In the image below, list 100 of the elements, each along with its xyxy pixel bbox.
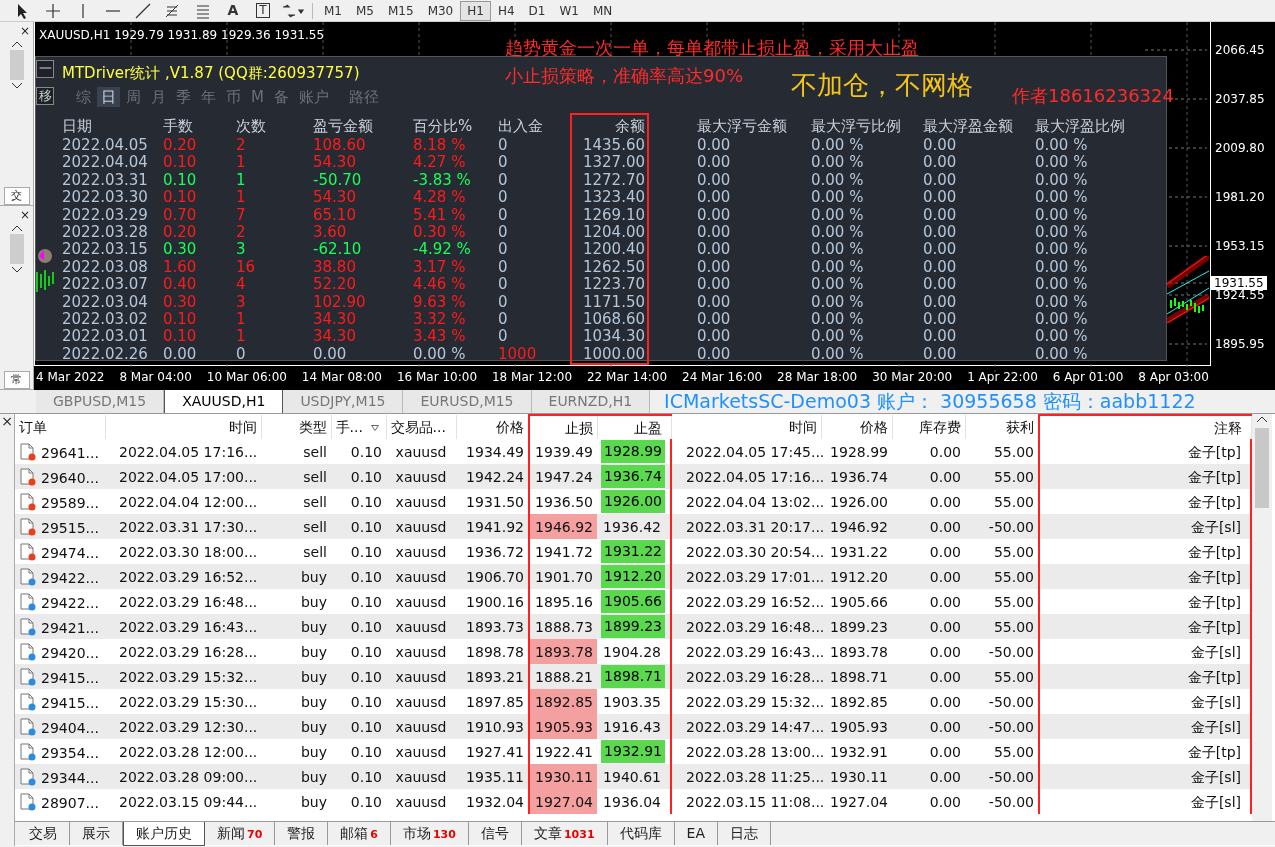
panel-tab[interactable]: 新闻 70 (205, 822, 276, 845)
panel-tab[interactable]: 信号 (468, 822, 522, 845)
time-label: 4 Mar 2022 (36, 369, 105, 386)
table-cell: sell (261, 539, 331, 564)
table-cell-text: 0.00 % (1034, 206, 1089, 225)
period-tab[interactable]: 日 (97, 87, 120, 107)
panel-tab[interactable]: 邮箱 6 (328, 822, 391, 845)
table-cell: 2022.03.29 15:30... (105, 689, 261, 714)
table-cell: 2022.03.29 16:48... (105, 589, 261, 614)
table-cell-text: 0 (235, 345, 247, 365)
column-header[interactable]: 价格 (456, 415, 529, 439)
timeframe-button[interactable]: M15 (381, 0, 421, 21)
close-button[interactable]: × (19, 24, 30, 38)
panel-tab[interactable]: 警报 (275, 822, 329, 845)
chart-tab[interactable]: GBPUSD,M15 (36, 390, 165, 413)
table-cell: 0.10 (331, 739, 386, 764)
column-header[interactable]: 获利 (965, 415, 1039, 439)
table-cell: 1927.04 (529, 789, 597, 814)
table-cell: 1327.00 (571, 154, 648, 172)
table-cell: buy (261, 614, 331, 639)
panel-tab[interactable]: 交 (3, 186, 30, 205)
table-cell-text: 38.80 (312, 258, 357, 277)
label-tool-button[interactable]: T (248, 0, 278, 21)
panel-tab[interactable]: 市场 130 (390, 822, 469, 845)
chart-tab[interactable]: XAUUSD,H1 (164, 389, 284, 413)
annotation-text: 作者18616236324 (1012, 84, 1174, 108)
table-cell-text: 0.00 % (1034, 189, 1089, 207)
minimize-button[interactable]: 一 (36, 60, 54, 78)
table-cell: 1200.40 (571, 241, 648, 259)
table-cell: 金子[sl] (1039, 514, 1251, 539)
chart-tab[interactable]: EURNZD,H1 (531, 390, 651, 413)
table-cell: 0.00 (892, 564, 965, 589)
table-cell: 1940.61 (597, 764, 671, 789)
panel-tab[interactable]: 交易 (17, 822, 70, 845)
column-header[interactable]: 交易品... (386, 415, 456, 439)
column-header[interactable]: 类型 (261, 415, 331, 439)
panel-tab[interactable]: 常 (3, 370, 30, 389)
table-cell-text: 0.40 (162, 276, 198, 294)
table-cell: 0.00 (892, 789, 965, 814)
table-cell: 0.00 (892, 439, 965, 464)
timeframe-button[interactable]: D1 (521, 0, 553, 21)
table-cell: 0.10 (331, 589, 386, 614)
table-cell: xauusd (386, 464, 456, 489)
close-button[interactable]: × (1, 413, 13, 429)
timeframe-button[interactable]: MN (585, 0, 620, 21)
column-header[interactable]: 止损 (529, 415, 597, 439)
table-cell: 29354... (41, 744, 99, 761)
panel-tab[interactable]: 代码库 (607, 822, 675, 845)
table-cell-text: 34.30 (312, 311, 357, 329)
timeframe-button[interactable]: H1 (460, 0, 491, 21)
price-label: 1924.55 (1215, 288, 1265, 302)
table-cell-text: 52.20 (312, 276, 357, 294)
column-header[interactable]: 时间 (105, 415, 261, 439)
table-cell: 2022.03.29 16:52... (671, 589, 821, 614)
panel-tab[interactable]: 日志 (718, 822, 771, 845)
table-cell-text: 0.00 (922, 241, 958, 259)
table-cell-text: 0.00 % (1034, 241, 1089, 259)
table-cell: sell (261, 489, 331, 514)
panel-tab[interactable]: EA (674, 822, 718, 845)
table-cell: buy (261, 689, 331, 714)
column-header[interactable]: 价格 (821, 415, 892, 439)
table-cell: 金子[tp] (1039, 614, 1251, 639)
panel-title: MTDriver统计 ,V1.87 (QQ群:260937757) (62, 63, 360, 84)
chart-tab[interactable]: USDJPY,M15 (283, 390, 404, 413)
column-header[interactable]: 时间 (671, 415, 821, 439)
table-cell: 0.00 (648, 293, 809, 312)
table-cell: buy (261, 639, 331, 664)
timeframe-button[interactable]: H4 (490, 0, 522, 21)
table-cell-text: 2022.03.02 (61, 311, 149, 329)
timeframe-button[interactable]: M5 (349, 0, 381, 21)
table-cell: 1926.00 (601, 490, 665, 513)
time-label: 18 Mar 12:00 (491, 369, 573, 386)
table-cell-text: 0.00 % (810, 224, 865, 242)
text-tool-button[interactable]: A (218, 0, 248, 21)
table-cell: 1898.78 (456, 639, 529, 664)
panel-tab[interactable]: 文章 1031 (521, 822, 608, 845)
timeframe-button[interactable]: M30 (420, 0, 461, 21)
table-cell-text: 0.00 % (810, 311, 865, 329)
timeframe-button[interactable]: W1 (552, 0, 586, 21)
close-button[interactable]: × (19, 208, 30, 222)
column-header[interactable]: 注释 (1039, 415, 1251, 439)
column-header: 最大浮亏金额 (648, 114, 809, 137)
chart-tab[interactable]: EURUSD,M15 (403, 390, 532, 413)
table-cell: 29515... (41, 519, 99, 536)
time-label: 16 Mar 10:00 (396, 369, 477, 386)
panel-tab[interactable]: 账户历史 (123, 822, 205, 846)
timeframe-button[interactable]: M1 (317, 0, 349, 21)
table-cell-text: 0.00 % (412, 345, 467, 365)
table-cell: 1912.20 (601, 565, 665, 588)
table-cell-text: 0.00 (922, 137, 958, 155)
column-header[interactable]: 订单 (15, 415, 105, 439)
table-cell: 1936.74 (601, 465, 665, 488)
table-cell: 2022.03.28 13:00... (671, 739, 821, 764)
move-button[interactable]: 移 (36, 87, 54, 105)
table-cell: 1000.00 (571, 345, 648, 365)
table-cell: xauusd (386, 539, 456, 564)
table-cell: 1936.04 (597, 789, 671, 814)
column-header[interactable]: 手... (335, 419, 363, 435)
table-cell: 55.00 (965, 589, 1039, 614)
column-header[interactable]: 库存费 (892, 415, 965, 439)
